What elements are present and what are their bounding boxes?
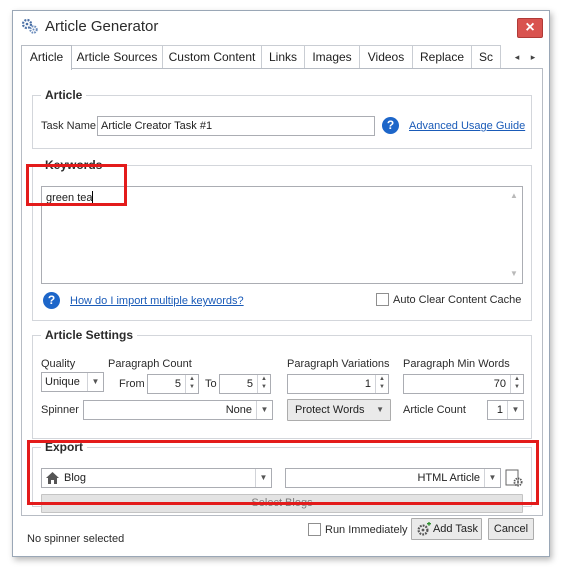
scroll-down-icon[interactable]: ▼ <box>506 267 522 281</box>
tab-scroll-right-icon[interactable]: ▸ <box>527 49 539 65</box>
to-value: 5 <box>246 378 253 390</box>
spinner-value: None <box>225 404 252 416</box>
tab-schedule[interactable]: Sc <box>471 45 501 69</box>
advanced-usage-guide-link[interactable]: Advanced Usage Guide <box>409 120 525 132</box>
tab-scroll-left-icon[interactable]: ◂ <box>511 49 523 65</box>
import-help-icon[interactable]: ? <box>43 292 60 309</box>
article-group-title: Article <box>41 88 87 102</box>
chevron-down-icon[interactable]: ▼ <box>256 401 272 419</box>
tab-images[interactable]: Images <box>304 45 360 69</box>
article-count-select[interactable]: 1 ▼ <box>487 400 524 420</box>
min-words-value: 70 <box>493 378 506 390</box>
import-keywords-link[interactable]: How do I import multiple keywords? <box>70 295 244 307</box>
paragraph-variations-label: Paragraph Variations <box>287 358 390 370</box>
to-label: To <box>205 378 217 390</box>
task-name-input[interactable]: Article Creator Task #1 <box>97 116 375 136</box>
article-settings-group-title: Article Settings <box>41 328 138 342</box>
tab-article[interactable]: Article <box>21 45 72 70</box>
run-immediately-label: Run Immediately <box>325 524 408 536</box>
stepper-arrows-icon[interactable]: ▲ ▼ <box>510 375 523 393</box>
paragraph-count-label: Paragraph Count <box>108 358 192 370</box>
article-count-value: 1 <box>496 404 503 416</box>
dropdown-arrow-icon: ▼ <box>376 405 384 414</box>
gears-icon <box>21 18 38 34</box>
to-stepper[interactable]: 5 ▲ ▼ <box>219 374 271 394</box>
from-stepper[interactable]: 5 ▲ ▼ <box>147 374 199 394</box>
protect-words-label: Protect Words <box>295 404 365 416</box>
close-button[interactable]: × <box>517 18 543 38</box>
variations-value: 1 <box>364 378 371 390</box>
tab-custom-content[interactable]: Custom Content <box>162 45 262 69</box>
article-generator-window: Article Generator × Article Article Sour… <box>12 10 550 557</box>
article-count-label: Article Count <box>403 404 466 416</box>
export-highlight-box <box>27 440 539 505</box>
keywords-highlight-box <box>26 164 127 206</box>
stepper-arrows-icon[interactable]: ▲ ▼ <box>257 375 270 393</box>
paragraph-variations-stepper[interactable]: 1 ▲ ▼ <box>287 374 389 394</box>
auto-clear-checkbox[interactable] <box>376 293 389 306</box>
add-task-button[interactable]: Add Task <box>411 518 482 540</box>
paragraph-min-words-label: Paragraph Min Words <box>403 358 510 370</box>
scroll-up-icon[interactable]: ▲ <box>506 189 522 203</box>
tab-links[interactable]: Links <box>261 45 305 69</box>
keywords-scrollbar[interactable]: ▲ ▼ <box>506 187 522 283</box>
cancel-button[interactable]: Cancel <box>488 518 534 540</box>
quality-select[interactable]: Unique ▼ <box>41 372 104 392</box>
add-task-label: Add Task <box>432 523 479 535</box>
tab-strip: Article Article Sources Custom Content L… <box>21 45 543 70</box>
auto-clear-label: Auto Clear Content Cache <box>393 294 522 306</box>
stepper-arrows-icon[interactable]: ▲ ▼ <box>375 375 388 393</box>
tab-replace[interactable]: Replace <box>412 45 472 69</box>
spinner-label: Spinner <box>41 404 79 416</box>
from-value: 5 <box>174 378 181 390</box>
quality-value: Unique <box>45 376 80 388</box>
article-group: Article Task Name Article Creator Task #… <box>32 88 532 149</box>
task-name-label: Task Name <box>41 120 97 132</box>
window-title: Article Generator <box>45 18 159 35</box>
chevron-down-icon[interactable]: ▼ <box>507 401 523 419</box>
paragraph-min-words-stepper[interactable]: 70 ▲ ▼ <box>403 374 524 394</box>
quality-label: Quality <box>41 358 76 370</box>
tab-videos[interactable]: Videos <box>359 45 413 69</box>
help-icon[interactable]: ? <box>382 117 399 134</box>
status-text: No spinner selected <box>27 533 125 545</box>
stepper-arrows-icon[interactable]: ▲ ▼ <box>185 375 198 393</box>
protect-words-button[interactable]: Protect Words ▼ <box>287 399 391 421</box>
title-bar: Article Generator × <box>13 11 549 45</box>
article-settings-group: Article Settings Quality Unique ▼ Paragr… <box>32 328 532 439</box>
run-immediately-checkbox[interactable] <box>308 523 321 536</box>
chevron-down-icon[interactable]: ▼ <box>87 373 103 391</box>
gear-add-icon <box>417 522 431 536</box>
spinner-select[interactable]: None ▼ <box>83 400 273 420</box>
from-label: From <box>119 378 145 390</box>
tab-article-sources[interactable]: Article Sources <box>71 45 163 69</box>
